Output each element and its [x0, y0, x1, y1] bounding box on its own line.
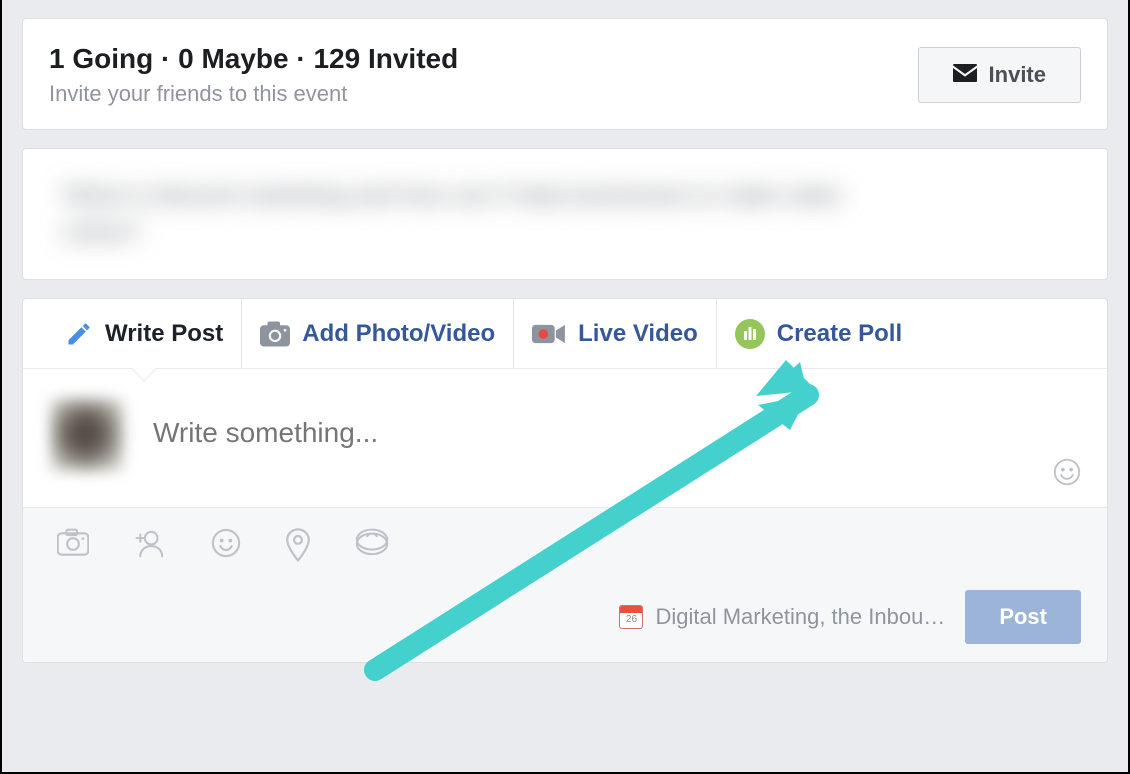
compose-body — [23, 369, 1107, 507]
emoji-icon[interactable] — [1053, 458, 1081, 491]
camera-attachment-icon[interactable] — [57, 528, 89, 562]
pencil-icon — [65, 320, 93, 348]
camera-icon — [260, 321, 290, 347]
poll-icon — [735, 319, 765, 349]
tab-create-poll[interactable]: Create Poll — [717, 299, 920, 368]
gif-sticker-icon[interactable] — [355, 528, 389, 562]
envelope-icon — [953, 62, 977, 88]
composer-footer: Digital Marketing, the Inbou… Post — [23, 507, 1107, 662]
tab-label: Add Photo/Video — [302, 320, 495, 348]
calendar-icon — [619, 605, 643, 629]
tab-live-video[interactable]: Live Video — [514, 299, 717, 368]
tab-label: Create Poll — [777, 320, 902, 348]
footer-attachment-row — [49, 524, 1081, 590]
video-camera-icon — [532, 322, 566, 346]
event-description-card: What is inbound marketing and how can it… — [22, 148, 1108, 280]
invite-subtitle: Invite your friends to this event — [49, 81, 918, 107]
invite-button[interactable]: Invite — [918, 47, 1081, 103]
blurred-description: What is inbound marketing and how can it… — [63, 177, 842, 251]
compose-input[interactable] — [153, 399, 1079, 449]
event-tag[interactable]: Digital Marketing, the Inbou… — [619, 604, 945, 630]
composer-tabs: Write Post Add Photo/Video Live Video Cr… — [23, 299, 1107, 369]
invite-button-label: Invite — [989, 62, 1046, 88]
feeling-icon[interactable] — [211, 528, 241, 562]
footer-bottom: Digital Marketing, the Inbou… Post — [49, 590, 1081, 644]
tab-add-photo-video[interactable]: Add Photo/Video — [242, 299, 514, 368]
location-icon[interactable] — [285, 528, 311, 562]
post-composer: Write Post Add Photo/Video Live Video Cr… — [22, 298, 1108, 663]
invite-text-block: 1 Going · 0 Maybe · 129 Invited Invite y… — [49, 43, 918, 107]
tag-people-icon[interactable] — [133, 528, 167, 562]
post-button[interactable]: Post — [965, 590, 1081, 644]
event-invite-card: 1 Going · 0 Maybe · 129 Invited Invite y… — [22, 18, 1108, 130]
avatar — [51, 399, 123, 471]
rsvp-counts: 1 Going · 0 Maybe · 129 Invited — [49, 43, 918, 75]
tab-write-post[interactable]: Write Post — [47, 299, 242, 368]
post-button-label: Post — [999, 604, 1047, 629]
tab-label: Live Video — [578, 320, 698, 348]
tab-label: Write Post — [105, 320, 223, 348]
event-tag-label: Digital Marketing, the Inbou… — [655, 604, 945, 630]
